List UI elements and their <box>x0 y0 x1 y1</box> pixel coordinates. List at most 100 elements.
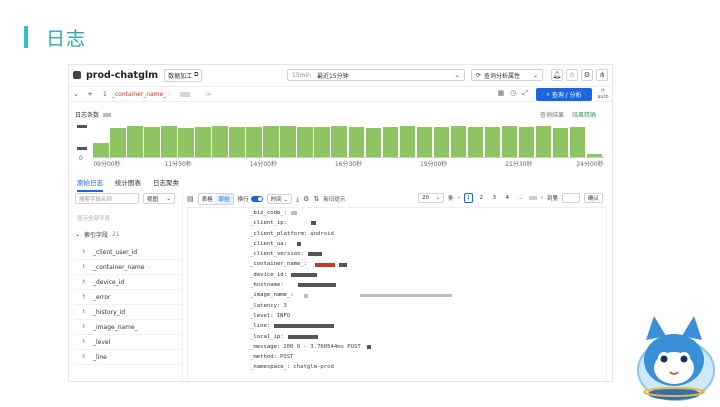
analysis-properties-button[interactable]: ⟳ 查询分析属性 ⌄ <box>471 69 543 81</box>
histogram-bar[interactable] <box>450 126 467 157</box>
histogram-bar[interactable] <box>399 126 416 157</box>
table-mode-button[interactable]: 表格 <box>199 194 216 204</box>
histogram-bar[interactable] <box>110 128 126 157</box>
field-item[interactable]: t _container_name - <box>75 260 182 275</box>
histogram-bar[interactable] <box>229 127 245 157</box>
histogram-bar[interactable] <box>246 127 262 157</box>
star-icon[interactable]: ☆ <box>566 69 578 81</box>
add-icon[interactable]: + <box>83 90 97 98</box>
histogram-bar[interactable] <box>518 127 535 157</box>
y-top-redacted <box>77 125 87 128</box>
result-accurate-link[interactable]: 结果精确 <box>572 110 596 119</box>
auto-refresh-toggle[interactable]: ⟳ auto <box>596 88 610 100</box>
histogram-bar[interactable] <box>552 127 569 157</box>
query-result-link[interactable]: 查询结果 <box>540 110 564 119</box>
data-process-button[interactable]: 数据加工 ⧉ <box>164 68 203 82</box>
histogram-bar[interactable] <box>161 126 177 157</box>
clock-icon[interactable]: ◷ <box>510 89 516 98</box>
text-type-icon: t <box>83 249 86 255</box>
view-select[interactable]: 视图 ⌄ <box>143 193 175 204</box>
field-item[interactable]: t _history_id <box>75 305 182 320</box>
field-item[interactable]: t _level <box>75 335 182 350</box>
histogram-bar[interactable] <box>127 126 143 157</box>
tab-log-cluster[interactable]: 日志聚类 <box>153 177 179 192</box>
goto-page-input[interactable] <box>561 193 580 203</box>
field-search-input[interactable]: 搜索字段名称 <box>75 193 139 204</box>
redacted-value <box>307 252 322 257</box>
log-line: _client_version: <box>250 249 452 259</box>
histogram-bar[interactable] <box>331 126 347 157</box>
index-fields-title: 索引字段 <box>84 232 109 239</box>
bell-icon[interactable]: 🔔︎ <box>551 69 563 81</box>
prev-page-icon[interactable]: ‹ <box>458 195 460 201</box>
template-icon[interactable]: ▦ <box>498 89 505 98</box>
page-1[interactable]: 1 <box>463 193 473 203</box>
wrap-toggle[interactable] <box>250 196 263 202</box>
sort-icon[interactable]: ⇅ <box>313 195 319 203</box>
redacted-page <box>528 196 537 200</box>
redacted-value <box>303 293 308 298</box>
goto-confirm-button[interactable]: 确认 <box>583 193 603 203</box>
text-type-icon: t <box>83 264 86 270</box>
histogram-bar[interactable] <box>297 127 313 157</box>
histogram-bar[interactable] <box>178 127 194 157</box>
columns-icon[interactable]: ▤ <box>187 195 194 203</box>
page-2[interactable]: 2 <box>477 193 486 203</box>
histogram-bar[interactable] <box>382 127 399 157</box>
time-sort-select[interactable]: 时间 ⌄ <box>266 194 293 204</box>
page-4[interactable]: 4 <box>503 193 512 203</box>
log-line: _image_name_: <box>250 290 452 300</box>
histogram-bar[interactable] <box>212 126 228 157</box>
histogram-bar[interactable] <box>535 126 552 157</box>
download-icon[interactable]: ⤓ <box>296 195 299 204</box>
histogram-bar[interactable] <box>263 125 279 157</box>
index-fields-count: 21 <box>112 231 120 238</box>
histogram-bar[interactable] <box>93 143 109 157</box>
histogram-bar[interactable] <box>365 127 382 157</box>
next-page-icon[interactable]: › <box>541 195 543 201</box>
histogram-bar[interactable] <box>348 127 365 157</box>
search-analyze-button[interactable]: ⌕ 查询 / 分析 <box>536 88 592 101</box>
histogram-bar[interactable] <box>433 127 450 157</box>
chevron-down-icon[interactable]: ⌄ <box>69 90 83 98</box>
gear-icon[interactable]: ⚙ <box>303 195 309 203</box>
show-all-fields-link[interactable]: 显示全部字段 <box>77 214 182 222</box>
field-item[interactable]: t _client_user_id <box>75 245 182 260</box>
tab-raw-logs[interactable]: 原始日志 <box>77 177 103 192</box>
histogram-links: 查询结果 结果精确 <box>540 110 596 119</box>
histogram-bar[interactable] <box>484 127 501 157</box>
share-icon[interactable]: ⋔ <box>596 69 608 81</box>
tab-stat-charts[interactable]: 统计图表 <box>115 177 141 192</box>
field-item[interactable]: t _line <box>75 350 182 365</box>
page-size-select[interactable]: 20 ⌄ <box>418 193 445 203</box>
query-arrow: -> <box>204 90 212 98</box>
field-item[interactable]: t _error <box>75 290 182 305</box>
histogram-bar[interactable] <box>195 127 211 157</box>
histogram-bar[interactable] <box>586 153 603 157</box>
sidebar-controls: 搜索字段名称 视图 ⌄ <box>75 193 182 204</box>
x-tick-label: 11分30秒 <box>164 161 192 168</box>
raw-mode-button[interactable]: 原始 <box>215 194 233 204</box>
format-icon[interactable]: ⤢ <box>522 89 528 98</box>
histogram-bar[interactable] <box>467 126 484 157</box>
index-fields-header[interactable]: ⌄ 索引字段 21 <box>75 230 182 239</box>
page-ellipsis[interactable]: ... <box>516 193 525 203</box>
sort-hint-label: 新旧提示 <box>323 197 346 203</box>
histogram-bar[interactable] <box>501 126 518 157</box>
log-count-histogram[interactable] <box>93 123 604 158</box>
field-item[interactable]: t _device_id <box>75 275 182 290</box>
text-type-icon: t <box>83 309 86 315</box>
y-mid-redacted <box>77 147 87 150</box>
external-link-icon: ⧉ <box>194 71 199 78</box>
field-item[interactable]: t _image_name_ <box>75 320 182 335</box>
gear-icon[interactable]: ⚙ <box>581 69 593 81</box>
histogram-bar[interactable] <box>144 127 160 157</box>
histogram-bar[interactable] <box>314 127 330 157</box>
text-type-icon: t <box>83 279 86 285</box>
query-input[interactable]: _container_name_ : <box>112 91 170 98</box>
time-range-picker[interactable]: 15min 最近15分钟 ⌄ <box>287 69 465 81</box>
histogram-bar[interactable] <box>569 127 586 157</box>
histogram-bar[interactable] <box>280 126 296 157</box>
histogram-bar[interactable] <box>416 127 433 157</box>
page-3[interactable]: 3 <box>490 193 499 203</box>
